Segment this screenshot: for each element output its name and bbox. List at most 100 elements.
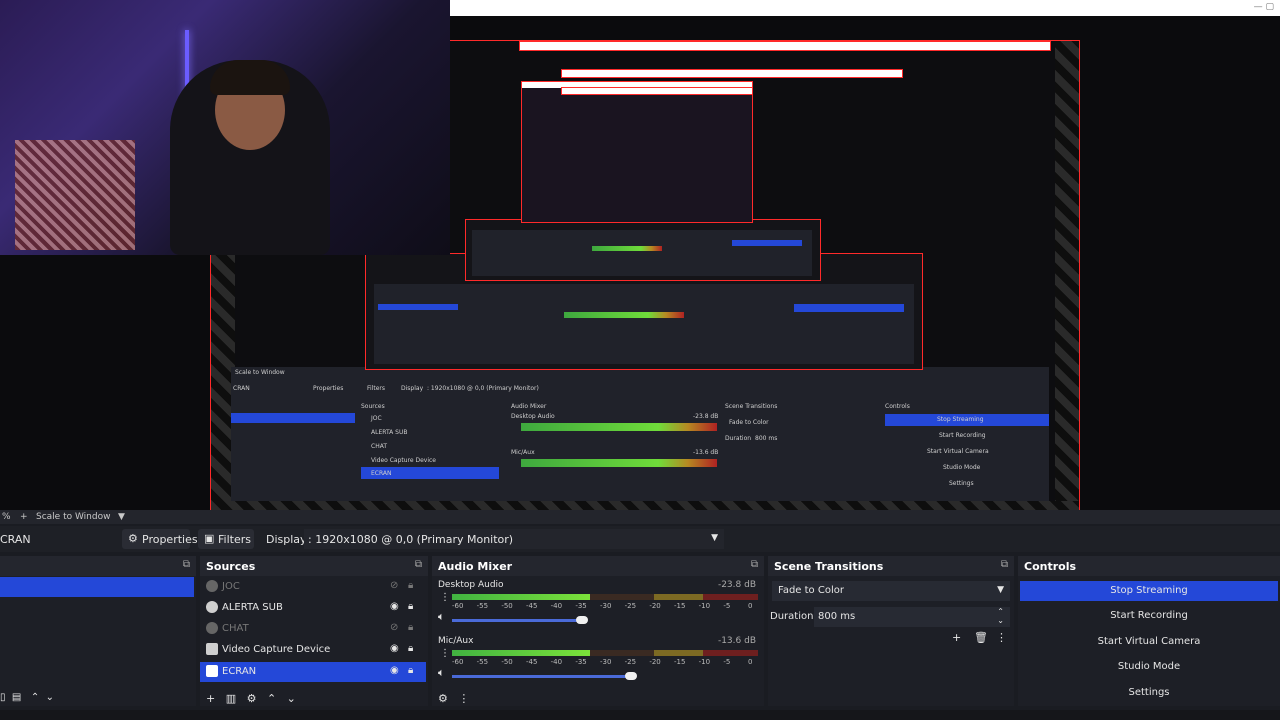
dock-undock-icon[interactable]: ⧉ xyxy=(1001,559,1008,570)
settings-button[interactable]: Settings xyxy=(1020,683,1278,703)
kebab-menu-icon[interactable]: ⋮ xyxy=(440,592,450,603)
volume-slider-knob[interactable] xyxy=(576,616,589,624)
volume-meter xyxy=(452,594,758,600)
properties-label: Properties xyxy=(142,533,198,546)
stop-streaming-button[interactable]: Stop Streaming xyxy=(1020,581,1278,601)
add-transition-button[interactable]: + xyxy=(952,631,961,644)
duration-input[interactable]: 800 ms ⌃ ⌄ xyxy=(814,607,1010,627)
meter-tick-label: -20 xyxy=(649,602,661,610)
volume-slider-track[interactable] xyxy=(452,619,583,622)
mixer-channel-mic: Mic/Aux -13.6 dB ⋮ -60 -55 -50 -45 -40 -35 -30… xyxy=(432,634,762,690)
start-recording-button[interactable]: Start Recording xyxy=(1020,606,1278,626)
lock-icon[interactable]: 🔒︎ xyxy=(408,665,413,676)
stepper-icon[interactable]: ⌃ ⌄ xyxy=(997,607,1004,625)
eye-hidden-icon[interactable]: ⊘ xyxy=(390,622,398,633)
volume-meter xyxy=(452,650,758,656)
eye-icon[interactable]: ◉ xyxy=(390,601,399,612)
scene-transitions-title: Scene Transitions xyxy=(774,560,884,573)
lock-icon[interactable]: 🔒︎ xyxy=(408,601,413,612)
source-item-alerta-sub[interactable]: ALERTA SUB ◉ 🔒︎ xyxy=(200,598,426,618)
source-item-joc[interactable]: JOC ⊘ 🔒︎ xyxy=(200,577,426,597)
source-label: Video Capture Device xyxy=(222,644,331,655)
scenes-dock: ⧉ ▯ ▤ ⌃ ⌄ xyxy=(0,556,196,706)
scene-toolbar-icons[interactable]: ▯ ▤ ⌃ ⌄ xyxy=(0,692,54,703)
monitor-icon xyxy=(206,665,218,677)
properties-button[interactable]: ⚙ Properties xyxy=(122,529,198,549)
nested-obs-level-1: Scale to Window CRAN Properties Filters … xyxy=(231,367,1049,501)
meter-tick-label: -45 xyxy=(526,602,538,610)
kebab-menu-icon[interactable]: ⋮ xyxy=(440,648,450,659)
volume-slider-track[interactable] xyxy=(452,675,631,678)
controls-title: Controls xyxy=(1024,560,1077,573)
meter-tick-label: -60 xyxy=(452,658,464,666)
trash-icon[interactable]: 🗑︎ xyxy=(974,631,988,644)
eye-hidden-icon[interactable]: ⊘ xyxy=(390,580,398,591)
dock-undock-icon[interactable]: ⧉ xyxy=(183,559,190,570)
preview-toolbar: % + Scale to Window ▼ xyxy=(0,510,1280,524)
add-button[interactable]: + xyxy=(20,512,28,522)
lock-icon[interactable]: 🔒︎ xyxy=(408,580,413,591)
nested-display: Display xyxy=(401,385,424,392)
source-item-ecran[interactable]: ECRAN ◉ 🔒︎ xyxy=(200,662,426,682)
meter-tick-label: 0 xyxy=(748,658,753,666)
source-type-icon xyxy=(206,622,218,634)
start-virtual-camera-button[interactable]: Start Virtual Camera xyxy=(1020,632,1278,652)
channel-db: -23.8 dB xyxy=(717,580,756,590)
source-toolbar-icons[interactable]: + ▥ ⚙ ⌃ ⌄ xyxy=(206,692,296,705)
studio-mode-button[interactable]: Studio Mode xyxy=(1020,657,1278,677)
audio-mixer-dock: Audio Mixer ⧉ Desktop Audio -23.8 dB ⋮ -… xyxy=(432,556,764,706)
meter-yellow-zone xyxy=(653,650,703,656)
nested-src-alerta: ALERTA SUB xyxy=(371,429,408,436)
transition-select[interactable]: Fade to Color ▼ xyxy=(772,581,1010,601)
meter-yellow-zone xyxy=(653,594,703,600)
eye-icon[interactable]: ◉ xyxy=(390,643,399,654)
volume-slider-knob[interactable] xyxy=(624,672,637,680)
kebab-menu-icon[interactable]: ⋮ xyxy=(996,631,1007,644)
transition-value: Fade to Color xyxy=(778,585,844,596)
audio-mixer-title: Audio Mixer xyxy=(438,560,513,573)
nested-l2-titlebar xyxy=(561,69,903,78)
nested-l2-stop xyxy=(794,304,904,312)
duration-value: 800 ms xyxy=(818,611,856,622)
camera-icon xyxy=(206,643,218,655)
meter-tick-label: -50 xyxy=(501,658,513,666)
meter-tick-label: -55 xyxy=(476,602,489,610)
display-value: : 1920x1080 @ 0,0 (Primary Monitor) xyxy=(308,533,514,546)
captured-window-titlebar: — ▢ xyxy=(450,0,1280,16)
meter-tick-label: -35 xyxy=(575,602,587,610)
nested-scene-selected xyxy=(231,413,355,423)
nested-obs-level-3 xyxy=(465,219,821,281)
preview-canvas[interactable]: — ▢ Scale to Window CRAN Properties Filt… xyxy=(0,0,1280,510)
source-item-video-capture[interactable]: Video Capture Device ◉ 🔒︎ xyxy=(200,640,426,660)
speaker-icon[interactable]: 🔈︎ xyxy=(438,666,445,680)
source-item-chat[interactable]: CHAT ⊘ 🔒︎ xyxy=(200,619,426,639)
lock-icon[interactable]: 🔒︎ xyxy=(408,643,413,654)
mixer-toolbar-icons[interactable]: ⚙ ⋮ xyxy=(438,692,469,705)
channel-db: -13.6 dB xyxy=(717,636,756,646)
nested-ch2: Mic/Aux xyxy=(511,449,535,456)
display-select[interactable]: : 1920x1080 @ 0,0 (Primary Monitor) ▼ xyxy=(304,529,724,549)
nested-l1-titlebar xyxy=(519,41,1051,51)
scale-to-window[interactable]: Scale to Window xyxy=(36,512,110,522)
speaker-icon[interactable]: 🔈︎ xyxy=(438,610,445,624)
nested-obs-level-2-ui xyxy=(374,284,914,364)
filters-button[interactable]: ▣ Filters xyxy=(198,529,254,549)
lock-icon[interactable]: 🔒︎ xyxy=(408,622,413,633)
scene-item-selected[interactable] xyxy=(0,577,194,597)
nested-scale-label: Scale to Window xyxy=(235,369,285,376)
nested-btn-stop-streaming: Stop Streaming xyxy=(937,416,984,423)
dock-undock-icon[interactable]: ⧉ xyxy=(415,559,422,570)
scale-dropdown-caret[interactable]: ▼ xyxy=(118,512,125,522)
meter-tick-label: -60 xyxy=(452,602,464,610)
eye-icon[interactable]: ◉ xyxy=(390,665,399,676)
nested-fade: Fade to Color xyxy=(729,419,769,426)
dock-undock-icon[interactable]: ⧉ xyxy=(751,559,758,570)
window-controls: — ▢ xyxy=(1253,2,1274,12)
nested-properties: Properties xyxy=(313,385,344,392)
nested-ch1-db: -23.8 dB xyxy=(693,413,719,420)
channel-name: Desktop Audio xyxy=(438,580,504,590)
webcam-overlay xyxy=(0,0,450,255)
nested-l2-meter xyxy=(564,312,684,318)
selected-scene-name: CRAN xyxy=(0,533,31,546)
nested-ch2-db: -13.6 dB xyxy=(693,449,719,456)
